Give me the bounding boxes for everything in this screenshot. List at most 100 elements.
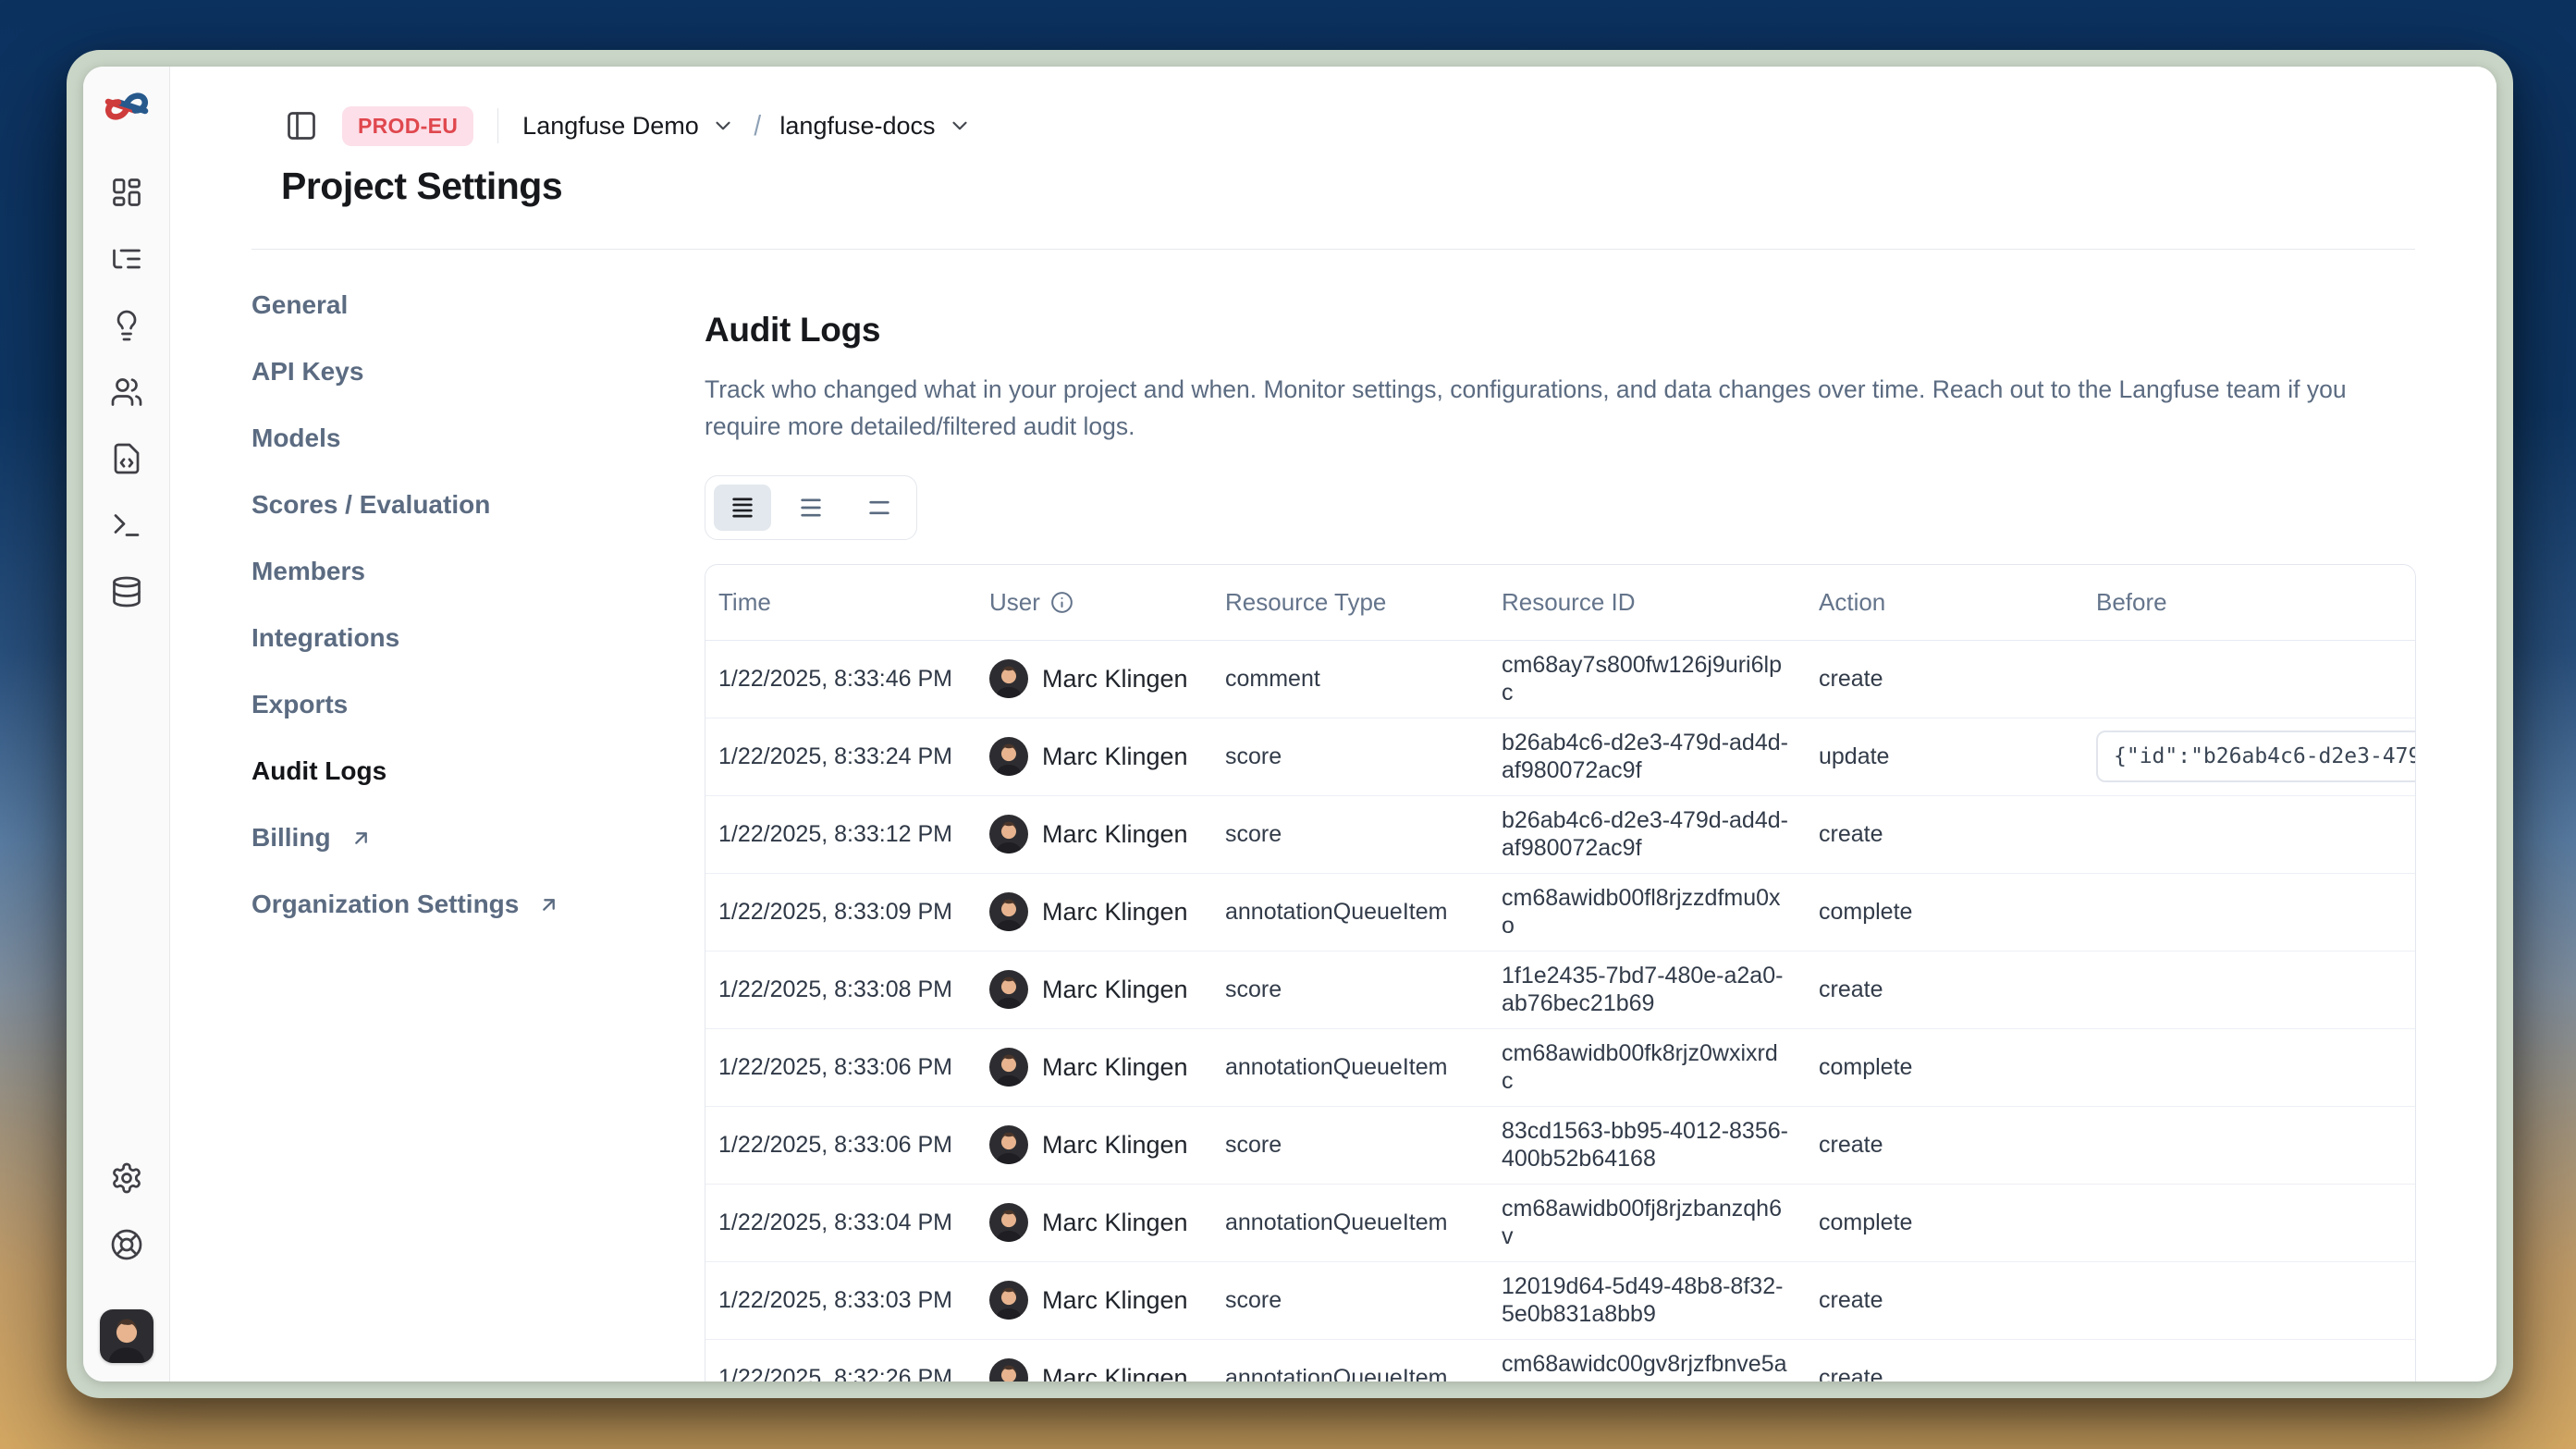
breadcrumb-divider [497,108,498,143]
audit-user: Marc Klingen [989,1048,1196,1087]
row-height-medium-button[interactable] [782,485,840,531]
audit-resource-type: annotationQueueItem [1212,1339,1489,1381]
audit-user: Marc Klingen [989,659,1196,698]
panel-left-icon [285,109,318,142]
column-header-resource-id: Resource ID [1489,565,1806,641]
audit-user: Marc Klingen [989,1203,1196,1242]
audit-resource-id: cm68awidb00fl8rjzzdfmu0xo [1489,873,1806,951]
user-avatar [989,1358,1028,1381]
audit-log-row: 1/22/2025, 8:33:06 PM Marc Klingen annot… [705,1028,2415,1106]
user-name: Marc Klingen [1042,664,1188,694]
external-link-icon [537,893,560,916]
project-selector[interactable]: langfuse-docs [779,112,971,141]
users-icon [110,375,143,409]
settings-nav-item-members[interactable]: Members [251,538,705,605]
support-button[interactable] [104,1222,149,1267]
audit-user: Marc Klingen [989,815,1196,853]
dashboard-icon [110,176,143,209]
user-avatar [989,1048,1028,1087]
audit-logs-table: Time User Resource Type [705,564,2416,1382]
chevron-down-icon [711,114,735,138]
settings-nav-item-api-keys[interactable]: API Keys [251,338,705,405]
section-title: Audit Logs [705,311,2415,350]
file-code-icon [110,442,143,475]
column-header-user: User [976,565,1212,641]
audit-resource-type: score [1212,1106,1489,1184]
sidebar-item-datasets[interactable] [104,436,149,481]
audit-user: Marc Klingen [989,1125,1196,1164]
audit-resource-type: comment [1212,640,1489,718]
settings-nav-item-billing[interactable]: Billing [251,804,705,871]
user-name: Marc Klingen [1042,742,1188,772]
toggle-sidebar-button[interactable] [281,105,322,146]
audit-table-body: 1/22/2025, 8:33:46 PM Marc Klingen comme… [705,640,2415,1381]
page-header: PROD-EU Langfuse Demo / langfuse-docs Pr… [251,67,2415,250]
audit-resource-id: 12019d64-5d49-48b8-8f32-5e0b831a8bb9 [1489,1261,1806,1339]
row-height-toggle-group [705,475,917,540]
user-name: Marc Klingen [1042,819,1188,850]
page-title: Project Settings [281,165,2415,208]
gear-icon [110,1161,143,1195]
audit-log-row: 1/22/2025, 8:33:03 PM Marc Klingen score… [705,1261,2415,1339]
audit-user: Marc Klingen [989,1358,1196,1381]
row-height-large-button[interactable] [851,485,908,531]
settings-nav-item-audit-logs[interactable]: Audit Logs [251,738,705,804]
audit-time: 1/22/2025, 8:33:09 PM [705,873,976,951]
terminal-icon [110,509,143,542]
langfuse-logo-icon [104,89,149,124]
table-header-row: Time User Resource Type [705,565,2415,641]
breadcrumb-slash: / [754,109,761,142]
audit-time: 1/22/2025, 8:33:24 PM [705,718,976,795]
sidebar-item-dashboard[interactable] [104,170,149,215]
settings-nav-item-models[interactable]: Models [251,405,705,472]
settings-nav-item-integrations[interactable]: Integrations [251,605,705,671]
column-header-time: Time [705,565,976,641]
audit-user: Marc Klingen [989,970,1196,1009]
before-json-preview[interactable]: {"id":"b26ab4c6-d2e3-479d-a [2096,731,2416,782]
settings-nav-item-exports[interactable]: Exports [251,671,705,738]
audit-log-row: 1/22/2025, 8:33:24 PM Marc Klingen score… [705,718,2415,795]
audit-action: create [1806,1339,2083,1381]
app-window: PROD-EU Langfuse Demo / langfuse-docs Pr… [67,50,2513,1398]
user-name: Marc Klingen [1042,897,1188,927]
sidebar-item-tracing[interactable] [104,237,149,281]
audit-resource-type: score [1212,951,1489,1028]
user-avatar [989,892,1028,931]
sidebar-item-playground[interactable] [104,503,149,547]
audit-time: 1/22/2025, 8:33:12 PM [705,795,976,873]
life-buoy-icon [110,1228,143,1261]
settings-nav-label: General [251,290,348,320]
settings-nav-label: Billing [251,823,331,853]
settings-nav-item-organization-settings[interactable]: Organization Settings [251,871,705,938]
settings-nav-item-general[interactable]: General [251,272,705,338]
settings-nav-label: Exports [251,690,348,719]
database-icon [110,575,143,608]
audit-action: create [1806,1106,2083,1184]
audit-log-row: 1/22/2025, 8:33:08 PM Marc Klingen score… [705,951,2415,1028]
user-name: Marc Klingen [1042,1363,1188,1381]
info-icon[interactable] [1049,590,1074,615]
sidebar-item-prompts[interactable] [104,303,149,348]
sidebar-item-database[interactable] [104,570,149,614]
row-height-small-button[interactable] [714,485,771,531]
settings-button[interactable] [104,1156,149,1200]
environment-badge: PROD-EU [342,106,473,146]
audit-action: complete [1806,1028,2083,1106]
audit-resource-type: score [1212,795,1489,873]
audit-action: create [1806,640,2083,718]
user-name: Marc Klingen [1042,1052,1188,1083]
audit-resource-type: annotationQueueItem [1212,873,1489,951]
audit-time: 1/22/2025, 8:33:46 PM [705,640,976,718]
audit-resource-type: annotationQueueItem [1212,1028,1489,1106]
lightbulb-icon [110,309,143,342]
audit-log-row: 1/22/2025, 8:33:12 PM Marc Klingen score… [705,795,2415,873]
audit-time: 1/22/2025, 8:33:04 PM [705,1184,976,1261]
column-header-resource-type: Resource Type [1212,565,1489,641]
settings-nav-item-scores-evaluation[interactable]: Scores / Evaluation [251,472,705,538]
breadcrumb: PROD-EU Langfuse Demo / langfuse-docs [281,104,2415,148]
user-avatar[interactable] [100,1309,153,1363]
org-selector[interactable]: Langfuse Demo [522,112,735,141]
audit-user: Marc Klingen [989,892,1196,931]
sidebar-item-users[interactable] [104,370,149,414]
audit-time: 1/22/2025, 8:33:06 PM [705,1106,976,1184]
